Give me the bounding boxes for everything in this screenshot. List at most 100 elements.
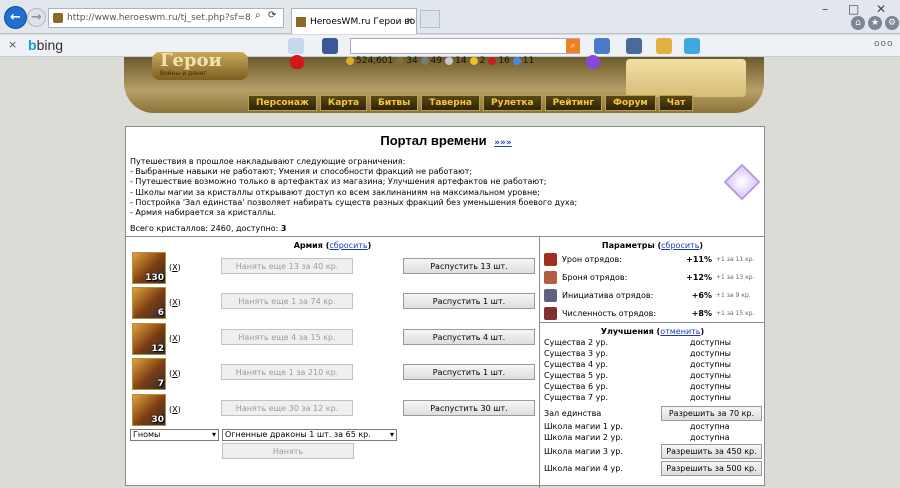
school3-allow-button[interactable]: Разрешить за 450 кр. <box>661 444 762 459</box>
resource-value: 11 <box>522 56 535 66</box>
game-logo[interactable]: Герои Войны и денег <box>152 52 248 80</box>
upgrade-row: Существа 6 ур. доступны <box>544 382 759 393</box>
param-increase-link[interactable]: +1 за 9 кр. <box>716 292 751 299</box>
upgrade-row: Существа 2 ур. доступны <box>544 338 759 349</box>
weather-icon[interactable] <box>656 38 672 54</box>
resource-item: 49 <box>420 55 442 67</box>
race-select[interactable]: Гномы <box>130 429 219 441</box>
more-link[interactable]: »»» <box>494 138 511 148</box>
resource-item: 14 <box>445 55 467 67</box>
mail-icon[interactable] <box>288 38 304 54</box>
school4-allow-button[interactable]: Разрешить за 500 кр. <box>661 461 762 476</box>
unit-select[interactable]: Огненные драконы 1 шт. за 65 кр. <box>222 429 397 441</box>
back-arrow-icon: ← <box>10 10 21 25</box>
params-reset-link[interactable]: сбросить <box>661 241 699 250</box>
unit-portrait[interactable]: 7 <box>132 358 166 390</box>
menu-item[interactable]: Рулетка <box>483 95 542 111</box>
refresh-icon[interactable]: ⟳ <box>268 10 276 21</box>
unit-portrait[interactable]: 12 <box>132 323 166 355</box>
favorites-star-icon[interactable]: ★ <box>868 16 882 30</box>
unit-dismiss-button[interactable]: Распустить 30 шт. <box>403 400 535 416</box>
unit-remove-link[interactable]: (X) <box>169 405 181 414</box>
address-url: http://www.heroeswm.ru/tj_set.php?sf=8 <box>67 13 251 23</box>
resource-icon <box>396 57 405 65</box>
restriction-line: - Постройка 'Зал единства' позволяет наб… <box>130 197 578 207</box>
bing-search-icon[interactable]: ⌕ <box>566 39 580 53</box>
unit-portrait[interactable]: 130 <box>132 252 166 284</box>
maximize-icon[interactable]: □ <box>848 2 859 16</box>
tab-close-icon[interactable]: × <box>406 16 414 26</box>
param-icon <box>544 271 557 284</box>
menu-item[interactable]: Форум <box>605 95 656 111</box>
upgrades-cancel-link[interactable]: отменить <box>660 327 700 336</box>
unit-dismiss-button[interactable]: Распустить 4 шт. <box>403 329 535 345</box>
upgrade-status: доступны <box>690 382 731 391</box>
unit-dismiss-button[interactable]: Распустить 1 шт. <box>403 293 535 309</box>
back-button[interactable]: ← <box>4 6 27 29</box>
home-icon[interactable]: ⌂ <box>851 16 865 30</box>
chat-icon[interactable] <box>626 38 642 54</box>
unit-portrait[interactable]: 30 <box>132 394 166 426</box>
new-tab-button[interactable] <box>420 10 440 28</box>
unit-count: 30 <box>151 415 164 425</box>
army-reset-link[interactable]: сбросить <box>329 241 367 250</box>
unit-remove-link[interactable]: (X) <box>169 334 181 343</box>
bing-search-input[interactable] <box>350 38 580 54</box>
twitter-icon[interactable] <box>684 38 700 54</box>
window-close-icon[interactable]: ✕ <box>876 2 886 16</box>
menu-item[interactable]: Карта <box>319 95 368 111</box>
unit-portrait[interactable]: 6 <box>132 287 166 319</box>
upgrade-status: доступны <box>690 349 731 358</box>
param-increase-link[interactable]: +1 за 15 кр. <box>716 310 754 317</box>
menu-item[interactable]: Чат <box>658 95 694 111</box>
upgrade-name: Существа 6 ур. <box>544 382 608 391</box>
upgrade-row: Существа 5 ур. доступны <box>544 371 759 382</box>
unit-hire-button[interactable]: Нанять еще 1 за 74 кр. <box>221 293 353 309</box>
unit-remove-link[interactable]: (X) <box>169 263 181 272</box>
school4-row: Школа магии 4 ур. Разрешить за 500 кр. <box>544 461 762 476</box>
menu-item[interactable]: Рейтинг <box>544 95 603 111</box>
facebook-icon[interactable] <box>322 38 338 54</box>
settings-gear-icon[interactable]: ⚙ <box>885 16 899 30</box>
address-bar[interactable]: http://www.heroeswm.ru/tj_set.php?sf=8 <box>48 8 284 28</box>
unit-count: 130 <box>145 273 164 283</box>
unit-dismiss-button[interactable]: Распустить 13 шт. <box>403 258 535 274</box>
forward-button[interactable]: → <box>27 8 46 27</box>
param-row: Численность отрядов: +8% +1 за 15 кр. <box>544 306 759 322</box>
unit-hire-button[interactable]: Нанять еще 13 за 40 кр. <box>221 258 353 274</box>
menu-item[interactable]: Персонаж <box>248 95 317 111</box>
unit-hire-button[interactable]: Нанять еще 30 за 12 кр. <box>221 400 353 416</box>
param-increase-link[interactable]: +1 за 11 кр. <box>716 256 754 263</box>
browser-tab[interactable]: HeroesWM.ru Герои войн... <box>291 8 417 34</box>
like-icon[interactable] <box>594 38 610 54</box>
menu-item[interactable]: Битвы <box>370 95 419 111</box>
minimize-icon[interactable]: – <box>822 2 828 16</box>
param-increase-link[interactable]: +1 за 13 кр. <box>716 274 754 281</box>
unit-remove-link[interactable]: (X) <box>169 298 181 307</box>
unit-hire-button[interactable]: Нанять еще 4 за 15 кр. <box>221 329 353 345</box>
upgrade-row: Существа 7 ур. доступны <box>544 393 759 404</box>
toolbar-close-icon[interactable]: × <box>8 38 17 51</box>
unit-row: 130 (X) Нанять еще 13 за 40 кр. Распустить … <box>130 252 535 284</box>
upgrade-status: доступны <box>690 338 731 347</box>
hire-button[interactable]: Нанять <box>222 443 354 459</box>
upgrade-name: Существа 3 ур. <box>544 349 608 358</box>
toolbar-options-icon[interactable]: ooo <box>874 39 894 49</box>
unit-dismiss-button[interactable]: Распустить 1 шт. <box>403 364 535 380</box>
resource-item: 524,601 <box>346 55 393 67</box>
param-value: +6% <box>691 291 712 300</box>
menu-item[interactable]: Таверна <box>421 95 480 111</box>
param-label: Численность отрядов: <box>562 309 657 318</box>
resource-value: 16 <box>498 56 510 66</box>
resource-icon <box>420 57 429 65</box>
unity-allow-button[interactable]: Разрешить за 70 кр. <box>661 406 762 421</box>
resource-icon <box>488 57 497 65</box>
param-icon <box>544 253 557 266</box>
resource-value: 524,601 <box>356 56 394 66</box>
army-panel: Армия (сбросить) 130 (X) Нанять еще 13 за … <box>126 236 540 488</box>
unit-hire-button[interactable]: Нанять еще 1 за 210 кр. <box>221 364 353 380</box>
school3-row: Школа магии 3 ур. Разрешить за 450 кр. <box>544 444 762 459</box>
resource-item: 11 <box>512 55 535 67</box>
search-icon[interactable]: ⌕ <box>255 10 261 21</box>
unit-remove-link[interactable]: (X) <box>169 369 181 378</box>
